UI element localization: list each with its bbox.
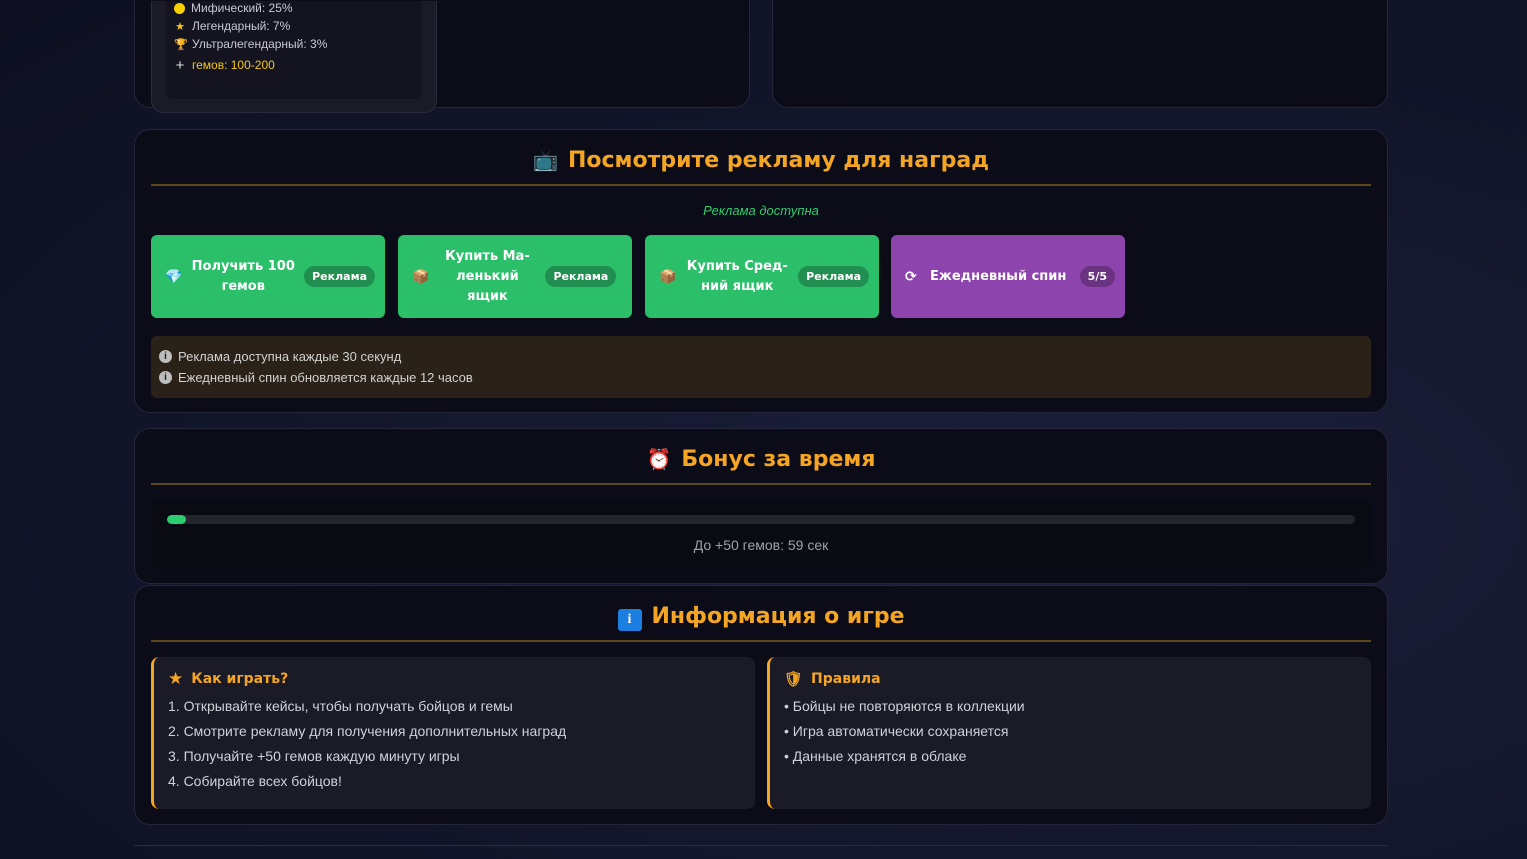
plus-icon: + [175, 56, 185, 74]
bonus-box: До +50 гемов: 59 сек [151, 499, 1371, 569]
ads-note: i Реклама доступна каждые 30 секунд [159, 346, 1363, 367]
get-gems-button[interactable]: 💎 Получить 100 гемов Реклама [151, 235, 385, 318]
info-icon: i [159, 371, 172, 384]
refresh-icon: ⟳ [905, 268, 917, 285]
list-item: 3. Получайте +50 гемов каждую минуту игр… [168, 748, 460, 764]
alarm-clock-icon: ⏰ [646, 447, 672, 471]
ad-badge: Реклама [545, 266, 617, 287]
info-icon: i [159, 350, 172, 363]
box-icon: 📦 [659, 268, 677, 285]
tv-icon: 📺 [533, 148, 558, 172]
divider [134, 845, 1388, 846]
rarity-ultra: 🏆 Ультралегендарный: 3% [174, 37, 328, 51]
ads-panel: 📺 Посмотрите рекламу для наград Реклама д… [134, 129, 1388, 413]
gems-range: + гемов: 100-200 [175, 56, 275, 74]
ads-title: 📺 Посмотрите рекламу для наград [151, 148, 1371, 186]
buy-medium-box-button[interactable]: 📦 Купить Сред-ний ящик Реклама [645, 235, 879, 318]
daily-spin-button[interactable]: ⟳ Ежедневный спин 5/5 [891, 235, 1125, 318]
how-to-play-card: ★ Как играть? 1. Открывайте кейсы, чтобы… [151, 657, 755, 809]
list-item: • Игра автоматически сохраняется [784, 723, 1009, 739]
time-bonus-panel: ⏰ Бонус за время До +50 гемов: 59 сек [134, 428, 1388, 584]
right-panel [772, 0, 1388, 108]
yellow-dot-icon [174, 2, 185, 14]
shield-icon: 🛡 [784, 670, 804, 688]
bonus-progress-fill [167, 515, 186, 524]
rarity-card: Мифический: 25% ★ Легендарный: 7% 🏆 Ульт… [151, 1, 437, 113]
bonus-progress-bar [167, 515, 1355, 524]
gem-icon: 💎 [165, 268, 183, 285]
star-icon: ★ [175, 20, 185, 33]
ads-notes: i Реклама доступна каждые 30 секунд i Еж… [151, 336, 1371, 398]
game-info-panel: i Информация о игре ★ Как играть? 1. Откр… [134, 585, 1388, 825]
star-icon: ★ [168, 669, 184, 689]
rarity-mythic: Мифический: 25% [174, 0, 293, 16]
list-item: • Данные хранятся в облаке [784, 748, 967, 764]
rarity-list: Мифический: 25% ★ Легендарный: 7% 🏆 Ульт… [166, 1, 422, 99]
box-icon: 📦 [412, 268, 430, 285]
list-item: 1. Открывайте кейсы, чтобы получать бойц… [168, 698, 513, 714]
ad-badge: Реклама [798, 266, 869, 287]
info-icon: i [617, 609, 642, 631]
spin-count-badge: 5/5 [1079, 266, 1115, 287]
rarity-legendary: ★ Легендарный: 7% [175, 19, 291, 33]
ad-badge: Реклама [304, 266, 375, 287]
ads-note: i Ежедневный спин обновляется каждые 12 … [159, 367, 1363, 388]
how-to-play-title: ★ Как играть? [168, 669, 289, 689]
buy-small-box-button[interactable]: 📦 Купить Ма-ленький ящик Реклама [398, 235, 632, 318]
buy-medium-box-label: Купить Сред-ний ящик [686, 258, 788, 294]
buy-small-box-label: Купить Ма-ленький ящик [445, 248, 530, 304]
info-title: i Информация о игре [151, 604, 1371, 642]
trophy-icon: 🏆 [174, 38, 188, 51]
list-item: 4. Собирайте всех бойцов! [168, 773, 342, 789]
rules-title: 🛡 Правила [784, 670, 881, 688]
ads-status: Реклама доступна [703, 203, 819, 218]
bonus-countdown: До +50 гемов: 59 сек [693, 537, 829, 553]
chances-panel: Мифический: 25% ★ Легендарный: 7% 🏆 Ульт… [134, 0, 750, 113]
list-item: 2. Смотрите рекламу для получения дополн… [168, 723, 567, 739]
bonus-title: ⏰ Бонус за время [151, 447, 1371, 485]
rules-card: 🛡 Правила • Бойцы не повторяются в колле… [767, 657, 1371, 809]
list-item: • Бойцы не повторяются в коллекции [784, 698, 1025, 714]
